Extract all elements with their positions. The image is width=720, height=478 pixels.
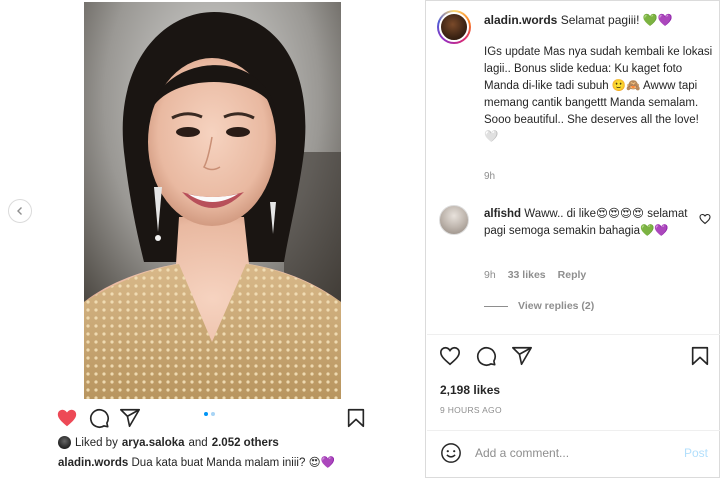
comment-likes-link[interactable]: 33 likes <box>508 269 546 281</box>
liked-by-row: Liked by arya.saloka and 2.052 others <box>58 436 279 449</box>
comment-time[interactable]: 9h <box>484 269 496 281</box>
divider <box>427 334 720 335</box>
author-avatar[interactable] <box>437 10 471 44</box>
chevron-left-icon <box>17 207 22 215</box>
caption-row: aladin.words Dua kata buat Manda malam i… <box>58 455 335 469</box>
caption-author-link[interactable]: aladin.words <box>58 457 128 469</box>
carousel-prev-button[interactable] <box>8 199 32 223</box>
post-time[interactable]: 9h <box>484 171 495 182</box>
post-caption: IGs update Mas nya sudah kembali ke loka… <box>484 46 713 143</box>
commenter-username-link[interactable]: alfishd <box>484 208 521 220</box>
heart-icon[interactable] <box>439 345 461 367</box>
comment-icon[interactable] <box>475 345 497 367</box>
divider-line <box>484 305 508 307</box>
media-area: Liked by arya.saloka and 2.052 others al… <box>0 0 426 478</box>
view-replies-label: View replies (2) <box>518 300 595 312</box>
portrait-illustration <box>84 2 341 399</box>
left-action-bar <box>56 407 366 429</box>
heart-icon[interactable] <box>699 212 711 225</box>
bookmark-icon[interactable] <box>345 407 367 429</box>
reply-button[interactable]: Reply <box>558 269 587 281</box>
caption-text: Dua kata buat Manda malam iniii? 😍💜 <box>131 457 335 469</box>
smiley-icon[interactable] <box>440 442 462 464</box>
carousel-dots <box>204 412 215 416</box>
heart-filled-icon[interactable] <box>56 407 78 429</box>
liked-by-user-link[interactable]: arya.saloka <box>122 437 185 449</box>
bookmark-icon[interactable] <box>689 345 711 367</box>
comment-input[interactable] <box>475 444 675 462</box>
share-icon[interactable] <box>119 407 141 429</box>
post-button[interactable]: Post <box>684 446 708 460</box>
comments-panel: aladin.words Selamat pagiii! 💚💜 IGs upda… <box>427 0 720 478</box>
view-replies-button[interactable]: View replies (2) <box>484 300 594 312</box>
liked-by-others-link[interactable]: 2.052 others <box>212 437 279 449</box>
likes-count[interactable]: 2,198 likes <box>440 383 500 397</box>
action-bar <box>439 345 714 367</box>
posted-time[interactable]: 9 HOURS AGO <box>440 405 502 415</box>
comment-icon[interactable] <box>88 407 110 429</box>
author-username-link[interactable]: aladin.words <box>484 13 557 27</box>
liked-by-and: and <box>188 436 208 449</box>
comment: alfishd Waww.. di like😍😍😍😍 selamat pagi … <box>484 206 689 240</box>
post-greeting: Selamat pagiii! 💚💜 <box>560 13 673 27</box>
post-header: aladin.words Selamat pagiii! 💚💜 <box>484 13 673 27</box>
comment-meta: 9h 33 likes Reply <box>484 269 586 281</box>
divider <box>427 430 720 431</box>
avatar <box>58 436 71 449</box>
share-icon[interactable] <box>511 345 533 367</box>
commenter-avatar[interactable] <box>439 205 469 235</box>
post-photo <box>84 2 341 399</box>
liked-by-prefix: Liked by <box>75 436 118 449</box>
